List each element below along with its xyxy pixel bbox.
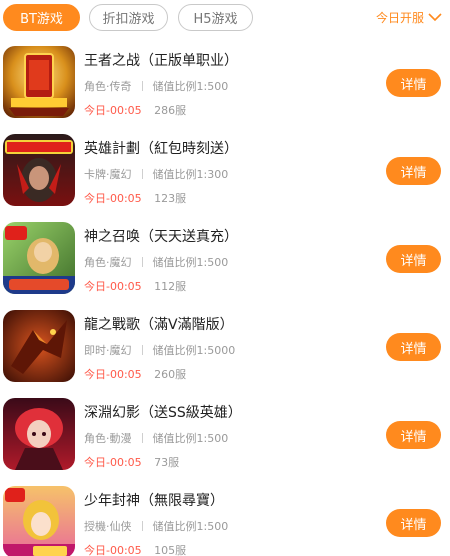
game-meta: 角色·動漫 储值比例1:500 bbox=[84, 430, 228, 446]
game-icon-art bbox=[3, 486, 75, 556]
recharge-ratio: 储值比例1:300 bbox=[152, 168, 229, 181]
game-name: 神之召唤（天天送真充） bbox=[84, 229, 238, 245]
meta-divider bbox=[141, 345, 143, 355]
game-genre: 角色·動漫 bbox=[84, 432, 132, 445]
meta-divider bbox=[141, 257, 143, 267]
game-meta: 授機·仙侠 储值比例1:500 bbox=[84, 518, 228, 534]
top-bar: BT游戏 折扣游戏 H5游戏 今日开服 bbox=[0, 0, 450, 38]
detail-button[interactable]: 详情 bbox=[386, 69, 441, 97]
game-icon[interactable] bbox=[3, 134, 75, 206]
detail-button[interactable]: 详情 bbox=[386, 245, 441, 273]
server-info: 今日-00:05 286服 bbox=[84, 102, 186, 118]
game-icon[interactable] bbox=[3, 310, 75, 382]
game-name: 少年封神（無限尋寶） bbox=[84, 493, 224, 509]
game-meta: 卡牌·魔幻 储值比例1:300 bbox=[84, 166, 228, 182]
recharge-ratio: 储值比例1:500 bbox=[152, 256, 229, 269]
recharge-ratio: 储值比例1:500 bbox=[152, 432, 229, 445]
game-meta: 角色·传奇 储值比例1:500 bbox=[84, 78, 228, 94]
meta-divider bbox=[141, 81, 143, 91]
detail-button[interactable]: 详情 bbox=[386, 157, 441, 185]
server-number: 260服 bbox=[154, 368, 187, 381]
server-number: 286服 bbox=[154, 104, 187, 117]
game-name: 王者之战（正版单职业） bbox=[84, 53, 238, 69]
game-icon-art bbox=[3, 222, 75, 294]
game-icon-art bbox=[3, 310, 75, 382]
meta-divider bbox=[141, 433, 143, 443]
game-meta: 即时·魔幻 储值比例1:5000 bbox=[84, 342, 235, 358]
detail-button[interactable]: 详情 bbox=[386, 333, 441, 361]
open-time: 今日-00:05 bbox=[84, 368, 142, 381]
game-name: 龍之戰歌（滿V滿階版） bbox=[84, 317, 234, 333]
chevron-down-icon bbox=[428, 13, 442, 22]
server-info: 今日-00:05 73服 bbox=[84, 454, 179, 470]
game-icon-art bbox=[3, 46, 75, 118]
list-item[interactable]: 英雄計劃（紅包時刻送） 卡牌·魔幻 储值比例1:300 今日-00:05 123… bbox=[0, 130, 450, 218]
open-time: 今日-00:05 bbox=[84, 280, 142, 293]
list-item[interactable]: 深淵幻影（送SS級英雄） 角色·動漫 储值比例1:500 今日-00:05 73… bbox=[0, 394, 450, 482]
game-icon[interactable] bbox=[3, 398, 75, 470]
server-number: 123服 bbox=[154, 192, 187, 205]
server-number: 112服 bbox=[154, 280, 187, 293]
list-item[interactable]: 王者之战（正版单职业） 角色·传奇 储值比例1:500 今日-00:05 286… bbox=[0, 42, 450, 130]
game-name: 深淵幻影（送SS級英雄） bbox=[84, 405, 242, 421]
meta-divider bbox=[141, 521, 143, 531]
game-icon-art bbox=[3, 398, 75, 470]
open-time: 今日-00:05 bbox=[84, 192, 142, 205]
detail-button[interactable]: 详情 bbox=[386, 421, 441, 449]
open-time: 今日-00:05 bbox=[84, 456, 142, 469]
list-item[interactable]: 龍之戰歌（滿V滿階版） 即时·魔幻 储值比例1:5000 今日-00:05 26… bbox=[0, 306, 450, 394]
game-genre: 即时·魔幻 bbox=[84, 344, 132, 357]
list-item[interactable]: 神之召唤（天天送真充） 角色·魔幻 储值比例1:500 今日-00:05 112… bbox=[0, 218, 450, 306]
game-genre: 授機·仙侠 bbox=[84, 520, 132, 533]
server-number: 73服 bbox=[154, 456, 180, 469]
game-genre: 角色·魔幻 bbox=[84, 256, 132, 269]
open-time: 今日-00:05 bbox=[84, 544, 142, 556]
game-icon[interactable] bbox=[3, 46, 75, 118]
recharge-ratio: 储值比例1:500 bbox=[152, 520, 229, 533]
server-info: 今日-00:05 112服 bbox=[84, 278, 186, 294]
game-meta: 角色·魔幻 储值比例1:500 bbox=[84, 254, 228, 270]
today-open-filter[interactable]: 今日开服 bbox=[376, 9, 442, 26]
game-list: 王者之战（正版单职业） 角色·传奇 储值比例1:500 今日-00:05 286… bbox=[0, 42, 450, 556]
game-icon-art bbox=[3, 134, 75, 206]
tab-discount-games[interactable]: 折扣游戏 bbox=[89, 4, 168, 31]
game-name: 英雄計劃（紅包時刻送） bbox=[84, 141, 238, 157]
tab-h5-games[interactable]: H5游戏 bbox=[178, 4, 253, 31]
server-info: 今日-00:05 260服 bbox=[84, 366, 186, 382]
tab-bt-games[interactable]: BT游戏 bbox=[3, 4, 80, 31]
server-info: 今日-00:05 123服 bbox=[84, 190, 186, 206]
meta-divider bbox=[141, 169, 143, 179]
game-genre: 角色·传奇 bbox=[84, 80, 132, 93]
recharge-ratio: 储值比例1:500 bbox=[152, 80, 229, 93]
detail-button[interactable]: 详情 bbox=[386, 509, 441, 537]
game-icon[interactable] bbox=[3, 486, 75, 556]
today-open-label: 今日开服 bbox=[375, 11, 424, 25]
game-genre: 卡牌·魔幻 bbox=[84, 168, 132, 181]
server-number: 105服 bbox=[154, 544, 187, 556]
game-icon[interactable] bbox=[3, 222, 75, 294]
open-time: 今日-00:05 bbox=[84, 104, 142, 117]
list-item[interactable]: 少年封神（無限尋寶） 授機·仙侠 储值比例1:500 今日-00:05 105服… bbox=[0, 482, 450, 556]
server-info: 今日-00:05 105服 bbox=[84, 542, 186, 556]
recharge-ratio: 储值比例1:5000 bbox=[152, 344, 236, 357]
